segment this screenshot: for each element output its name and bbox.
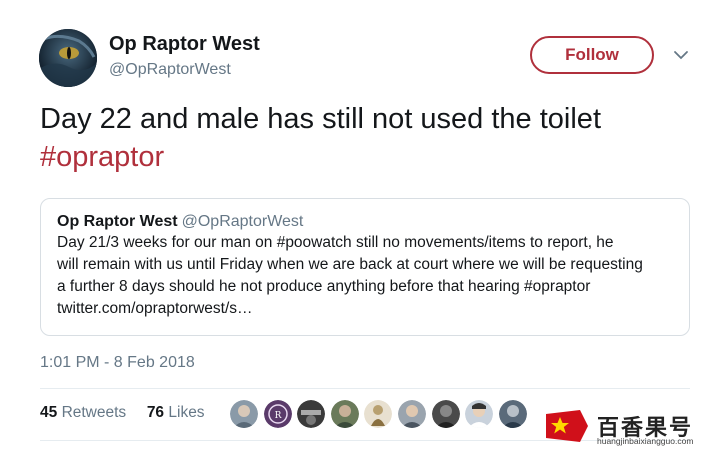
liker-avatar[interactable] [297, 400, 325, 428]
likes-count[interactable]: 76 [147, 404, 164, 421]
liker-avatar[interactable] [331, 400, 359, 428]
quoted-link[interactable]: twitter.com/opraptorwest/s… [57, 298, 673, 320]
retweets-label[interactable]: Retweets [62, 404, 127, 421]
liker-avatar[interactable] [398, 400, 426, 428]
quoted-text-line: Day 21/3 weeks for our man on #poowatch … [57, 234, 614, 251]
engagement-stats: 45 Retweets 76 Likes [40, 404, 205, 422]
divider [40, 440, 690, 441]
tweet-body: Day 22 and male has still not used the t… [40, 103, 601, 135]
divider [40, 388, 690, 389]
tweet-hashtag-link[interactable]: #opraptor [40, 138, 700, 176]
chevron-down-icon[interactable] [672, 48, 690, 62]
liker-avatar[interactable] [230, 400, 258, 428]
liker-avatar[interactable]: R [264, 400, 292, 428]
svg-text:R: R [275, 411, 282, 421]
quoted-tweet-header: Op Raptor West @OpRaptorWest [57, 212, 673, 232]
author-name[interactable]: Op Raptor West [109, 33, 260, 56]
tweet-card: Op Raptor West @OpRaptorWest Follow Day … [0, 0, 723, 450]
quoted-text-line: will remain with us until Friday when we… [57, 256, 643, 273]
tweet-text: Day 22 and male has still not used the t… [40, 100, 700, 176]
watermark-logo [546, 410, 588, 442]
quoted-tweet[interactable]: Op Raptor West @OpRaptorWest Day 21/3 wee… [40, 198, 690, 336]
follow-button[interactable]: Follow [530, 36, 654, 74]
liker-avatar[interactable] [364, 400, 392, 428]
liker-avatar[interactable] [432, 400, 460, 428]
quoted-author-handle: @OpRaptorWest [181, 213, 304, 230]
retweets-count[interactable]: 45 [40, 404, 57, 421]
quoted-text-line: a further 8 days should he not produce a… [57, 278, 591, 295]
tweet-timestamp[interactable]: 1:01 PM - 8 Feb 2018 [40, 354, 195, 372]
watermark-url: huangjinbaixiangguo.com [597, 436, 694, 446]
author-handle[interactable]: @OpRaptorWest [109, 61, 231, 79]
author-avatar[interactable] [39, 29, 97, 87]
liker-avatar[interactable] [499, 400, 527, 428]
likes-label[interactable]: Likes [168, 404, 204, 421]
liker-avatar[interactable] [465, 400, 493, 428]
quoted-author-name: Op Raptor West [57, 213, 178, 230]
